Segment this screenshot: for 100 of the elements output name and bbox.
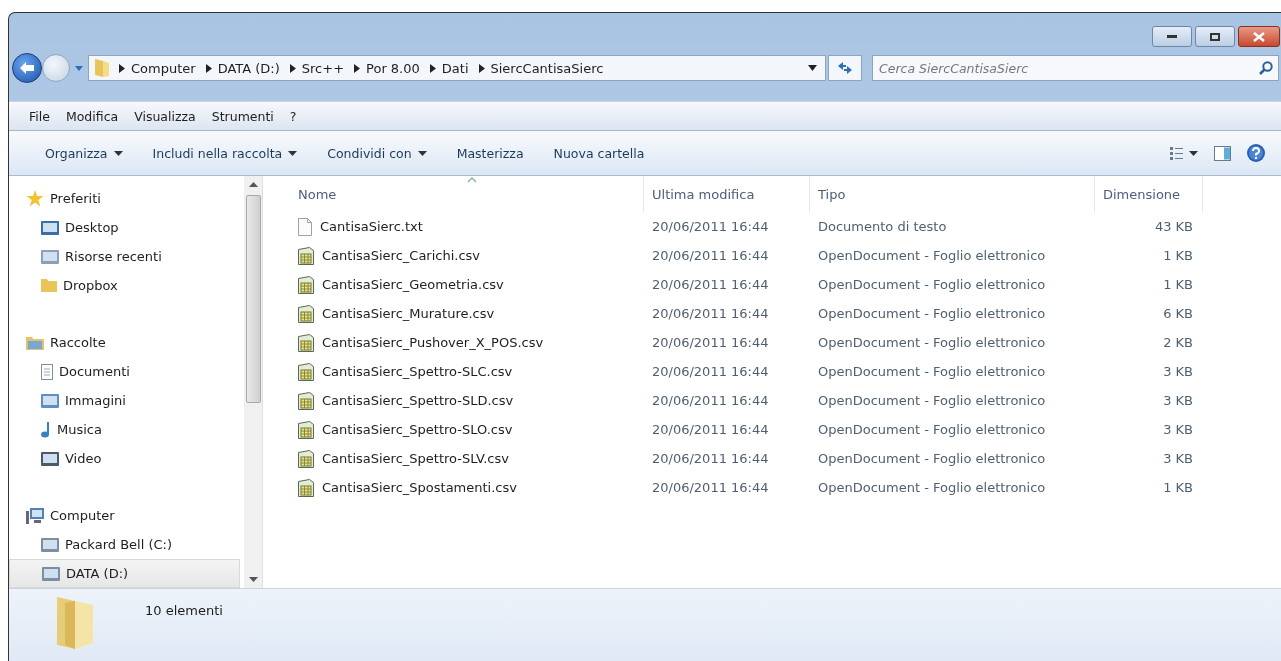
file-name[interactable]: CantisaSierc_Geometria.csv — [290, 275, 644, 294]
size-cell-text: 1 KB — [1162, 480, 1194, 495]
sidebar-item[interactable]: Dropbox — [9, 271, 240, 300]
menu-item[interactable]: File — [21, 108, 58, 124]
maximize-button[interactable] — [1195, 26, 1235, 47]
breadcrumb-arrow-icon — [205, 63, 212, 73]
sidebar-group[interactable]: Computer — [9, 501, 244, 530]
text-file-icon — [298, 217, 312, 236]
sidebar-item[interactable]: Packard Bell (C:) — [9, 530, 240, 559]
type-cell-text: Documento di testo — [817, 219, 948, 234]
caret-icon — [113, 150, 123, 156]
sidebar-item[interactable]: DATA (D:) — [9, 559, 240, 588]
minimize-icon — [1167, 35, 1177, 38]
size-cell-text: 3 KB — [1162, 393, 1194, 408]
column-header[interactable]: Ultima modifica — [644, 176, 810, 212]
toolbar-button[interactable]: Masterizza — [446, 145, 544, 161]
size-cell-text: 3 KB — [1162, 451, 1194, 466]
file-name[interactable]: CantisaSierc_Spettro-SLV.csv — [290, 449, 644, 468]
menu-item[interactable]: Modifica — [57, 108, 127, 124]
date-cell-text: 20/06/2011 16:44 — [651, 306, 770, 321]
date-cell-text: 20/06/2011 16:44 — [651, 422, 770, 437]
type-cell-text: OpenDocument - Foglio elettronico — [817, 393, 1047, 408]
sidebar-item[interactable]: Video — [9, 444, 240, 473]
scroll-down-icon[interactable] — [248, 577, 258, 582]
scrollbar-thumb[interactable] — [245, 195, 261, 403]
address-bar[interactable]: Computer DATA (D:) Src++ Por 8.00 Dati SiercCantisaSierc — [88, 55, 826, 81]
file-name[interactable]: CantisaSierc_Murature.csv — [290, 304, 644, 323]
column-header[interactable]: Dimensione — [1095, 176, 1203, 212]
refresh-arrows-icon — [838, 62, 852, 74]
column-header[interactable]: Tipo — [810, 176, 1095, 212]
file-name[interactable]: CantisaSierc_Spostamenti.csv — [290, 478, 644, 497]
star-icon — [26, 190, 44, 207]
size-cell-text: 2 KB — [1162, 335, 1194, 350]
file-name[interactable]: CantisaSierc_Spettro-SLD.csv — [290, 391, 644, 410]
sidebar-item[interactable]: Desktop — [9, 213, 240, 242]
item-count: 10 elementi — [145, 603, 223, 618]
type-cell-text: OpenDocument - Foglio elettronico — [817, 451, 1047, 466]
toolbar-button[interactable]: Includi nella raccolta — [142, 145, 318, 161]
sidebar-item[interactable]: Immagini — [9, 386, 240, 415]
type-cell-text: OpenDocument - Foglio elettronico — [817, 248, 1047, 263]
file-name[interactable]: CantisaSierc.txt — [290, 217, 644, 236]
folder-icon — [95, 59, 109, 77]
breadcrumb[interactable]: SiercCantisaSierc — [490, 60, 604, 76]
breadcrumb[interactable]: Dati — [441, 60, 469, 76]
toolbar-button[interactable]: Condividi con — [317, 145, 447, 161]
sidebar-item[interactable]: Risorse recenti — [9, 242, 240, 271]
date-cell-text: 20/06/2011 16:44 — [651, 219, 770, 234]
size-cell-text: 6 KB — [1162, 306, 1194, 321]
file-name[interactable]: CantisaSierc_Carichi.csv — [290, 246, 644, 265]
toolbar-button[interactable]: Organizza — [35, 145, 143, 161]
column-header[interactable]: Nome — [290, 176, 644, 212]
back-arrow-icon — [20, 62, 34, 74]
sidebar-item[interactable]: Musica — [9, 415, 240, 444]
date-cell-text: 20/06/2011 16:44 — [651, 451, 770, 466]
folder-icon — [26, 335, 44, 350]
breadcrumb[interactable]: Por 8.00 — [366, 60, 420, 76]
file-name[interactable]: CantisaSierc_Spettro-SLC.csv — [290, 362, 644, 381]
list-view-icon — [1170, 146, 1198, 160]
history-dropdown-icon[interactable] — [74, 64, 84, 72]
spreadsheet-icon — [298, 391, 314, 410]
file-name[interactable]: CantisaSierc_Pushover_X_POS.csv — [290, 333, 644, 352]
sidebar-group[interactable]: Raccolte — [9, 328, 244, 357]
document-icon — [41, 363, 53, 380]
refresh-button[interactable] — [828, 55, 862, 81]
minimize-button[interactable] — [1152, 26, 1192, 47]
type-cell-text: OpenDocument - Foglio elettronico — [817, 306, 1047, 321]
sidebar-item[interactable]: Documenti — [9, 357, 240, 386]
dropdown-arrow-icon[interactable] — [808, 65, 817, 71]
breadcrumb[interactable]: Src++ — [301, 60, 345, 76]
caret-icon — [288, 150, 298, 156]
spreadsheet-icon — [298, 333, 314, 352]
breadcrumb[interactable]: Computer — [131, 60, 196, 76]
spreadsheet-icon — [298, 449, 314, 468]
sidebar-group[interactable]: Preferiti — [9, 184, 244, 213]
size-cell-text: 3 KB — [1162, 422, 1194, 437]
file-name[interactable]: CantisaSierc_Spettro-SLO.csv — [290, 420, 644, 439]
type-cell-text: OpenDocument - Foglio elettronico — [817, 480, 1047, 495]
scroll-up-icon[interactable] — [248, 182, 258, 187]
menu-item[interactable]: ? — [281, 108, 305, 124]
menu-item[interactable]: Visualizza — [126, 108, 204, 124]
date-cell-text: 20/06/2011 16:44 — [651, 335, 770, 350]
breadcrumb[interactable]: DATA (D:) — [217, 60, 280, 76]
size-cell-text: 1 KB — [1162, 248, 1194, 263]
spreadsheet-icon — [298, 275, 314, 294]
type-cell-text: OpenDocument - Foglio elettronico — [817, 335, 1047, 350]
size-cell-text: 43 KB — [1153, 219, 1194, 234]
spreadsheet-icon — [298, 478, 314, 497]
folder-icon — [57, 597, 93, 649]
close-button[interactable] — [1238, 26, 1280, 47]
breadcrumb-arrow-icon — [354, 63, 361, 73]
back-button[interactable] — [12, 53, 42, 83]
search-field[interactable]: Cerca SiercCantisaSierc — [872, 55, 1279, 81]
spreadsheet-icon — [298, 246, 314, 265]
toolbar-button[interactable]: Nuova cartella — [543, 145, 665, 161]
size-cell-text: 3 KB — [1162, 364, 1194, 379]
type-cell-text: OpenDocument - Foglio elettronico — [817, 422, 1047, 437]
type-cell-text: OpenDocument - Foglio elettronico — [817, 277, 1047, 292]
menu-item[interactable]: Strumenti — [203, 108, 282, 124]
search-icon — [1259, 61, 1273, 75]
date-cell-text: 20/06/2011 16:44 — [651, 393, 770, 408]
